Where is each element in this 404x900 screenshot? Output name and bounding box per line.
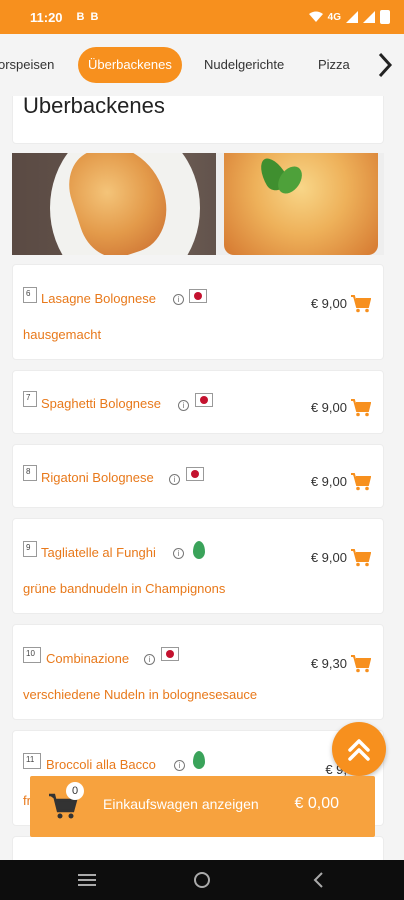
menu-item[interactable]: 9 Tagliatelle al Funghi i € 9,00 grüne b… — [12, 518, 384, 614]
info-icon[interactable]: i — [178, 400, 189, 411]
cart-total: € 0,00 — [294, 795, 339, 812]
item-description: hausgemacht — [23, 327, 102, 342]
item-name[interactable]: Spaghetti Bolognese — [41, 396, 161, 411]
double-chevron-up-icon — [348, 739, 370, 761]
chevron-right-icon[interactable] — [374, 50, 396, 80]
item-number: 7 — [23, 391, 37, 407]
item-number: 10 — [23, 647, 41, 663]
battery-icon — [380, 10, 390, 24]
flag-icon — [189, 289, 207, 303]
home-icon[interactable] — [191, 869, 213, 891]
category-tab-pizza[interactable]: Pizza — [318, 47, 350, 83]
item-description: verschiedene Nudeln in bolognesesauce — [23, 687, 258, 702]
item-name[interactable]: Rigatoni Bolognese — [41, 470, 154, 485]
status-time: 11:20 — [30, 9, 63, 25]
menu-item[interactable]: 6 Lasagne Bolognese i € 9,00 hausgemacht — [12, 264, 384, 360]
menu-item[interactable]: 7 Spaghetti Bolognese i € 9,00 — [12, 370, 384, 434]
section-header-card: Überbackenes — [12, 96, 384, 144]
item-price: € 9,30 — [310, 656, 347, 671]
notification-icon: B — [76, 11, 85, 23]
vegetarian-leaf-icon — [193, 751, 205, 769]
add-to-cart-icon[interactable] — [351, 655, 371, 673]
info-icon[interactable]: i — [173, 548, 184, 559]
cart-count-badge: 0 — [66, 782, 84, 800]
menu-icon[interactable] — [76, 869, 98, 891]
flag-icon — [186, 467, 204, 481]
item-price: € 9,00 — [310, 400, 347, 415]
item-name[interactable]: Combinazione — [46, 651, 129, 666]
wifi-icon — [308, 11, 323, 22]
add-to-cart-icon[interactable] — [351, 295, 371, 313]
back-icon[interactable] — [308, 869, 330, 891]
info-icon[interactable]: i — [169, 474, 180, 485]
system-nav-bar — [0, 860, 404, 900]
network-type: 4G — [327, 11, 341, 23]
section-image — [12, 153, 384, 255]
notification-icon: B — [90, 11, 99, 23]
item-number: 8 — [23, 465, 37, 481]
menu-item[interactable]: 8 Rigatoni Bolognese i € 9,00 — [12, 444, 384, 508]
info-icon[interactable]: i — [174, 760, 185, 771]
signal-icon — [346, 11, 358, 23]
item-number: 6 — [23, 287, 37, 303]
view-cart-button[interactable]: 0 Einkaufswagen anzeigen € 0,00 — [30, 776, 375, 837]
flag-icon — [195, 393, 213, 407]
add-to-cart-icon[interactable] — [351, 549, 371, 567]
scroll-to-top-button[interactable] — [332, 722, 386, 776]
info-icon[interactable]: i — [173, 294, 184, 305]
signal-icon — [363, 11, 375, 23]
menu-item[interactable] — [12, 836, 384, 860]
item-number: 11 — [23, 753, 41, 769]
item-price: € 9,00 — [310, 296, 347, 311]
item-name[interactable]: Tagliatelle al Funghi — [41, 545, 156, 560]
add-to-cart-icon[interactable] — [351, 399, 371, 417]
info-icon[interactable]: i — [144, 654, 155, 665]
add-to-cart-icon[interactable] — [351, 473, 371, 491]
menu-item[interactable]: 10 Combinazione i € 9,30 verschiedene Nu… — [12, 624, 384, 720]
item-price: € 9,00 — [310, 474, 347, 489]
item-name[interactable]: Lasagne Bolognese — [41, 291, 156, 306]
item-description: grüne bandnudeln in Champignons — [23, 581, 226, 596]
category-tab-vorspeisen[interactable]: orspeisen — [0, 47, 54, 83]
category-tab-nudelgerichte[interactable]: Nudelgerichte — [204, 47, 284, 83]
item-number: 9 — [23, 541, 37, 557]
item-price: € 9,00 — [310, 550, 347, 565]
status-right-icons: 4G — [308, 10, 390, 24]
view-cart-label: Einkaufswagen anzeigen — [103, 796, 259, 812]
status-bar: 11:20 B B 4G — [0, 0, 404, 34]
category-bar: orspeisen Überbackenes Nudelgerichte Piz… — [0, 34, 404, 96]
vegetarian-leaf-icon — [193, 541, 205, 559]
item-name[interactable]: Broccoli alla Bacco — [46, 757, 156, 772]
section-title: Überbackenes — [23, 96, 165, 118]
category-tab-ueberbackenes[interactable]: Überbackenes — [78, 47, 182, 83]
flag-icon — [161, 647, 179, 661]
